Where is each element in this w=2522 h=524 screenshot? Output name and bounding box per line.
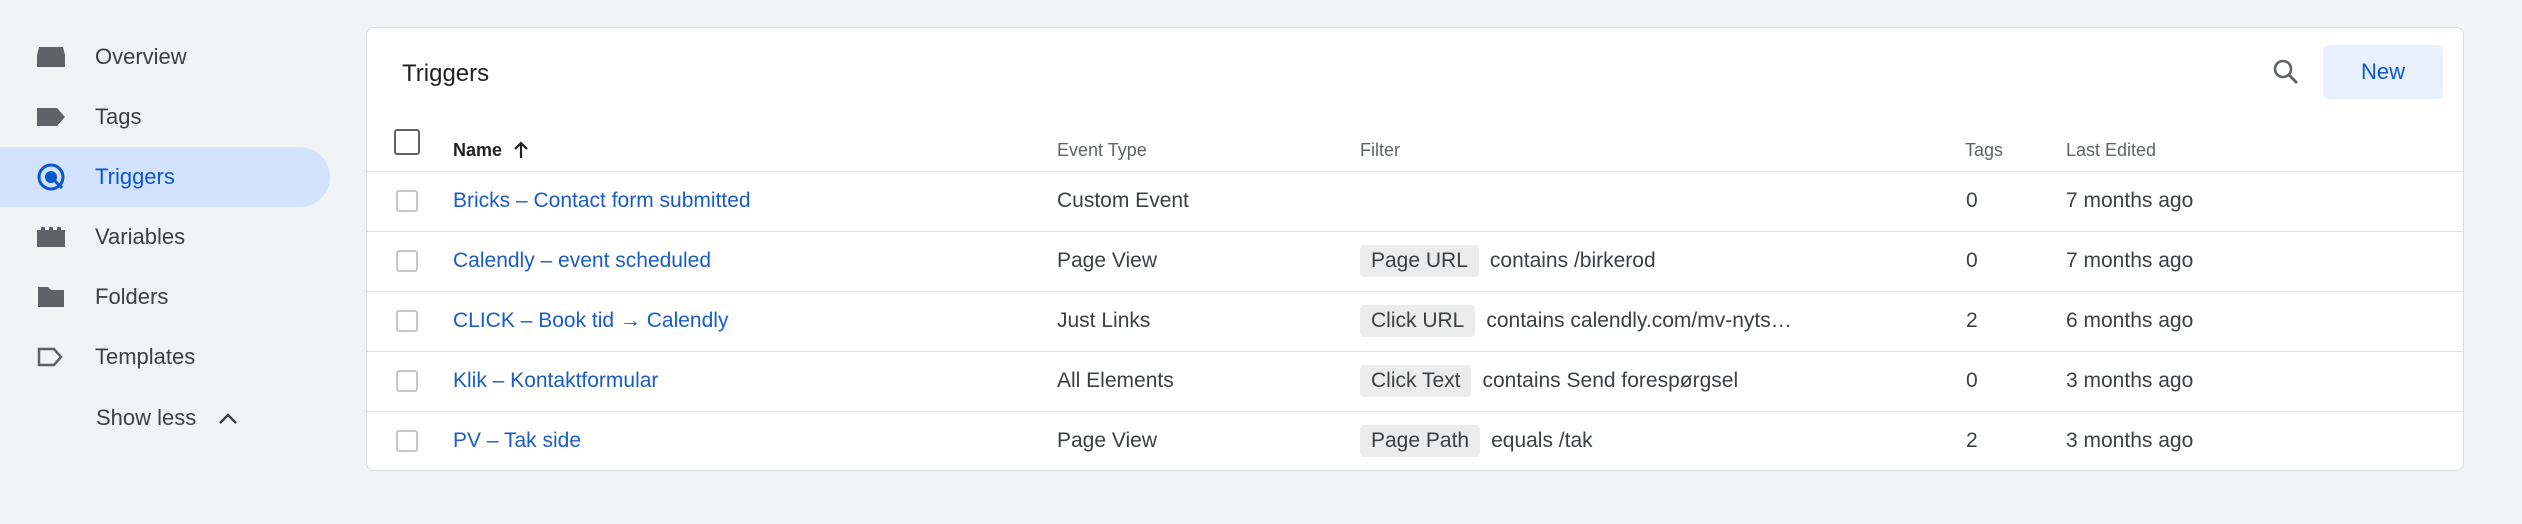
sidebar-item-label: Variables — [95, 224, 186, 249]
table-row: Klik – Kontaktformular All Elements Clic… — [367, 351, 2463, 411]
last-edited: 3 months ago — [2066, 369, 2194, 392]
trigger-name-link[interactable]: Bricks – Contact form submitted — [453, 171, 751, 231]
filter-text: contains calendly.com/mv-nyts… — [1486, 309, 1792, 332]
overview-icon — [35, 41, 67, 73]
row-checkbox[interactable] — [396, 430, 418, 452]
sidebar-item-overview[interactable]: Overview — [0, 27, 330, 87]
row-checkbox[interactable] — [396, 250, 418, 272]
column-header-name[interactable]: Name — [453, 132, 530, 168]
sidebar-item-label: Templates — [95, 344, 196, 369]
new-trigger-button[interactable]: New — [2323, 45, 2443, 99]
last-edited: 3 months ago — [2066, 429, 2194, 452]
variables-icon — [35, 221, 67, 253]
tags-count: 2 — [1966, 429, 1978, 452]
page-title: Triggers — [402, 60, 490, 87]
sidebar-item-tags[interactable]: Tags — [0, 87, 330, 147]
trigger-name-link[interactable]: Klik – Kontaktformular — [453, 351, 658, 411]
select-all-checkbox[interactable] — [394, 129, 420, 155]
event-type: Page View — [1057, 249, 1158, 272]
chevron-up-icon — [218, 411, 238, 425]
sidebar-item-label: Tags — [95, 104, 142, 129]
last-edited: 7 months ago — [2066, 249, 2194, 272]
filter-variable-chip: Page Path — [1360, 425, 1481, 457]
table-row: Bricks – Contact form submitted Custom E… — [367, 171, 2463, 231]
filter-variable-chip: Click Text — [1360, 365, 1472, 397]
filter-condition: Page Path equals /tak — [1360, 411, 1593, 471]
sort-ascending-icon — [512, 140, 530, 160]
filter-text: equals /tak — [1491, 429, 1593, 452]
event-type: Just Links — [1057, 309, 1151, 332]
event-type: Custom Event — [1057, 189, 1189, 212]
filter-condition: Click Text contains Send forespørgsel — [1360, 351, 1738, 411]
show-less-toggle[interactable]: Show less — [96, 398, 238, 438]
tags-count: 0 — [1966, 249, 1978, 272]
sidebar-item-label: Folders — [95, 284, 169, 309]
column-header-filter[interactable]: Filter — [1360, 132, 1400, 168]
filter-variable-chip: Page URL — [1360, 245, 1479, 277]
sidebar: Overview Tags Triggers Variables Folders — [0, 0, 340, 524]
sidebar-item-folders[interactable]: Folders — [0, 267, 330, 327]
table-row: Calendly – event scheduled Page View Pag… — [367, 231, 2463, 291]
triggers-card: Triggers New Name Event Type Filter Tags… — [366, 27, 2464, 471]
table-row: CLICK – Book tid → Calendly Just Links C… — [367, 291, 2463, 351]
sidebar-item-label: Triggers — [95, 164, 175, 189]
row-checkbox[interactable] — [396, 310, 418, 332]
column-header-tags[interactable]: Tags — [1965, 132, 2003, 168]
tags-count: 0 — [1966, 369, 1978, 392]
tags-count: 0 — [1966, 189, 1978, 212]
filter-text: contains Send forespørgsel — [1482, 369, 1739, 392]
sidebar-item-label: Overview — [95, 44, 187, 69]
filter-condition: Page URL contains /birkerod — [1360, 231, 1656, 291]
row-checkbox[interactable] — [396, 370, 418, 392]
event-type: All Elements — [1057, 369, 1174, 392]
table-row: PV – Tak side Page View Page Path equals… — [367, 411, 2463, 471]
column-header-label: Name — [453, 140, 503, 160]
search-button[interactable] — [2262, 50, 2310, 98]
row-checkbox[interactable] — [396, 190, 418, 212]
folder-icon — [35, 281, 67, 313]
trigger-icon — [35, 161, 67, 193]
tag-icon — [35, 101, 67, 133]
filter-variable-chip: Click URL — [1360, 305, 1476, 337]
last-edited: 6 months ago — [2066, 309, 2194, 332]
sidebar-item-triggers[interactable]: Triggers — [0, 147, 330, 207]
trigger-name-link[interactable]: Calendly – event scheduled — [453, 231, 711, 291]
tags-count: 2 — [1966, 309, 1978, 332]
filter-condition: Click URL contains calendly.com/mv-nyts… — [1360, 291, 1792, 351]
trigger-name-link[interactable]: CLICK – Book tid → Calendly — [453, 291, 728, 351]
app: Overview Tags Triggers Variables Folders — [0, 0, 2522, 524]
filter-text: contains /birkerod — [1489, 249, 1656, 272]
template-icon — [35, 341, 67, 373]
trigger-name-link[interactable]: PV – Tak side — [453, 411, 581, 471]
column-header-event-type[interactable]: Event Type — [1057, 132, 1147, 168]
sidebar-item-templates[interactable]: Templates — [0, 327, 330, 387]
last-edited: 7 months ago — [2066, 189, 2194, 212]
show-less-label: Show less — [96, 405, 197, 430]
search-icon — [2272, 58, 2300, 91]
sidebar-item-variables[interactable]: Variables — [0, 207, 330, 267]
event-type: Page View — [1057, 429, 1158, 452]
column-header-last-edited[interactable]: Last Edited — [2066, 132, 2156, 168]
